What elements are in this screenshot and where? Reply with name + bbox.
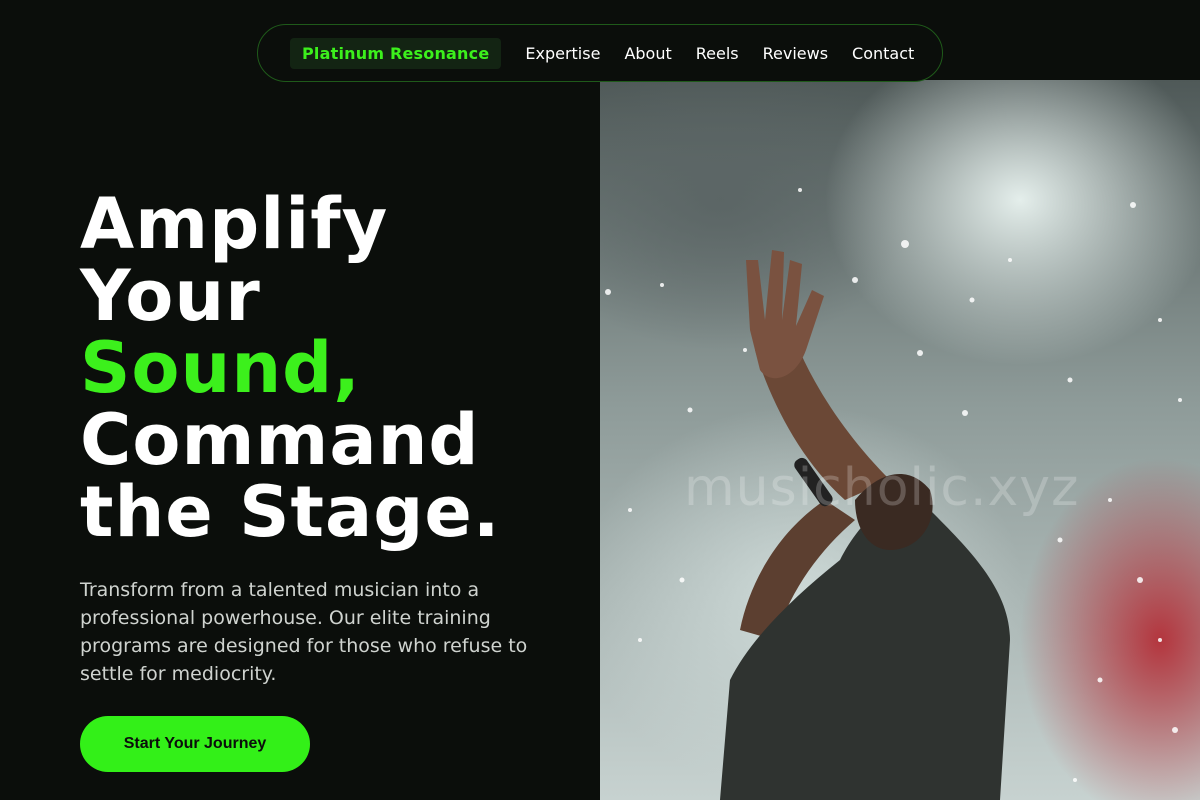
brand-logo-link[interactable]: Platinum Resonance — [290, 37, 502, 69]
start-journey-button[interactable]: Start Your Journey — [80, 716, 310, 772]
nav-link-expertise[interactable]: Expertise — [525, 44, 600, 63]
headline-line-4: Command — [80, 399, 480, 481]
hero-description: Transform from a talented musician into … — [80, 579, 528, 685]
landing-page: Platinum Resonance Expertise About Reels… — [0, 0, 1200, 800]
hero-text-section: Amplify Your Sound, Command the Stage. T… — [80, 188, 580, 688]
performer-figure — [720, 250, 1010, 800]
hero-headline: Amplify Your Sound, Command the Stage. — [80, 188, 580, 548]
headline-line-5: the Stage. — [80, 471, 501, 553]
headline-accent-line: Sound, — [80, 327, 361, 409]
nav-link-reviews[interactable]: Reviews — [763, 44, 828, 63]
image-watermark: musicholic.xyz — [684, 458, 1080, 518]
performer-with-microphone-photo — [605, 188, 1182, 800]
nav-link-reels[interactable]: Reels — [696, 44, 739, 63]
headline-line-1: Amplify — [80, 183, 389, 265]
headline-line-2: Your — [80, 255, 261, 337]
hero-image: musicholic.xyz — [600, 80, 1200, 800]
nav-link-contact[interactable]: Contact — [852, 44, 914, 63]
nav-link-about[interactable]: About — [624, 44, 671, 63]
top-navigation: Platinum Resonance Expertise About Reels… — [257, 24, 943, 82]
